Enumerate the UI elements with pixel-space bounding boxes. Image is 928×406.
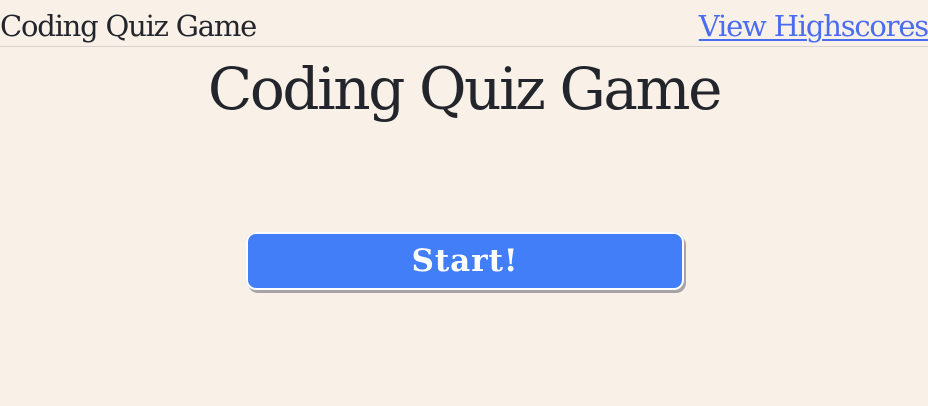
top-bar: Coding Quiz Game View Highscores <box>0 0 928 47</box>
view-highscores-link[interactable]: View Highscores <box>699 8 928 44</box>
brand-title: Coding Quiz Game <box>0 9 257 43</box>
page-title: Coding Quiz Game <box>207 55 723 123</box>
start-button[interactable]: Start! <box>246 232 684 290</box>
